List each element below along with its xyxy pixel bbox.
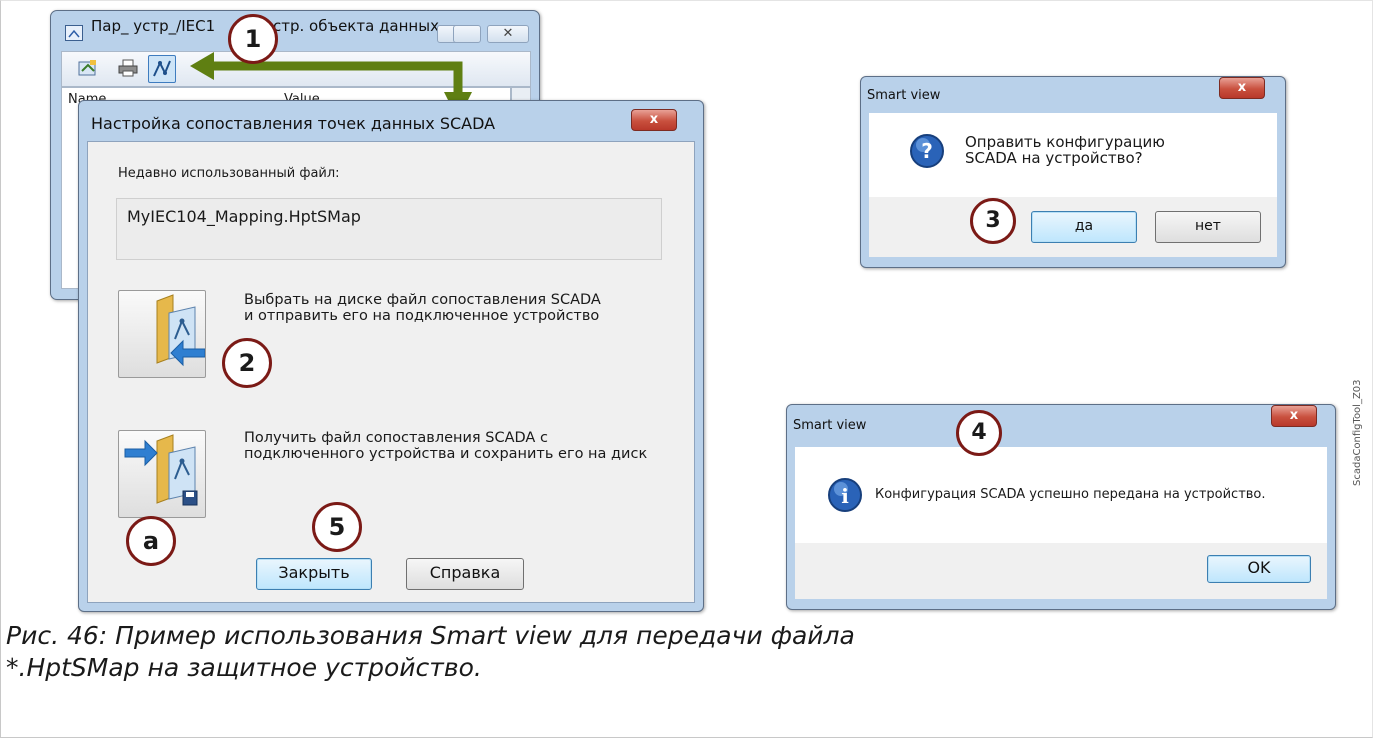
yes-button[interactable]: да [1031,211,1137,243]
no-button[interactable]: нет [1155,211,1261,243]
callout-1: 1 [228,14,278,64]
help-button[interactable]: Справка [406,558,524,590]
info-dialog-message-area: i Конфигурация SCADA успешно передана на… [795,447,1327,543]
callout-a: a [126,516,176,566]
send-file-text: Выбрать на диске файл сопоставления SCAD… [244,292,601,324]
callout-2: 2 [222,338,272,388]
maximize-button[interactable] [453,25,481,43]
mapping-dialog-body: Недавно использованный файл: MyIEC104_Ma… [87,141,695,603]
receive-file-text: Получить файл сопоставления SCADA с подк… [244,430,648,462]
folder-upload-icon [156,294,206,367]
svg-text:i: i [841,484,849,508]
params-window-icon [65,25,83,41]
send-file-button[interactable] [118,290,206,378]
confirm-dialog: Smart view x ? Оправить конфигурацию SCA… [860,76,1286,268]
folder-download-icon [124,434,198,506]
edit-icon[interactable] [78,59,98,77]
print-icon[interactable] [118,59,138,77]
svg-text:?: ? [921,139,933,163]
confirm-dialog-title: Smart view [867,88,941,103]
confirm-dialog-footer: да нет [869,197,1277,257]
ok-button[interactable]: OK [1207,555,1311,583]
callout-4: 4 [956,410,1002,456]
figure-code: ScadaConfigTool_Z03 [1352,379,1363,486]
recent-file-box[interactable]: MyIEC104_Mapping.HptSMap [116,198,662,260]
close-dialog-button[interactable]: Закрыть [256,558,372,590]
confirm-dialog-message-area: ? Оправить конфигурацию SCADA на устройс… [869,113,1277,197]
recent-file-label: Недавно использованный файл: [118,166,340,181]
figure-caption: Рис. 46: Пример использования Smart view… [6,621,855,682]
mapping-dialog-title: Настройка сопоставления точек данных SCA… [91,114,496,133]
close-button[interactable]: ✕ [487,25,529,43]
info-message: Конфигурация SCADA успешно передана на у… [875,487,1266,502]
info-dialog-footer: OK [795,543,1327,599]
params-window-title: Пар_ устр_/IEC1 [91,17,216,35]
confirm-dialog-close-button[interactable]: x [1219,77,1265,99]
scada-mapping-icon[interactable] [148,55,176,83]
receive-file-button[interactable] [118,430,206,518]
info-icon: i [827,477,863,513]
callout-3: 3 [970,198,1016,244]
mapping-dialog-close-button[interactable]: x [631,109,677,131]
params-window-title-tail: стр. объекта данных [273,17,439,35]
figure: Пар_ устр_/IEC1 стр. объекта данных ✕ Na… [6,8,1368,612]
info-dialog-close-button[interactable]: x [1271,405,1317,427]
recent-file-name: MyIEC104_Mapping.HptSMap [127,207,361,226]
question-line-2: SCADA на устройство? [965,149,1143,167]
question-icon: ? [909,133,945,169]
info-dialog-title: Smart view [793,418,867,433]
callout-5: 5 [312,502,362,552]
info-dialog: Smart view x i Конфигурация SCADA успешн… [786,404,1336,610]
